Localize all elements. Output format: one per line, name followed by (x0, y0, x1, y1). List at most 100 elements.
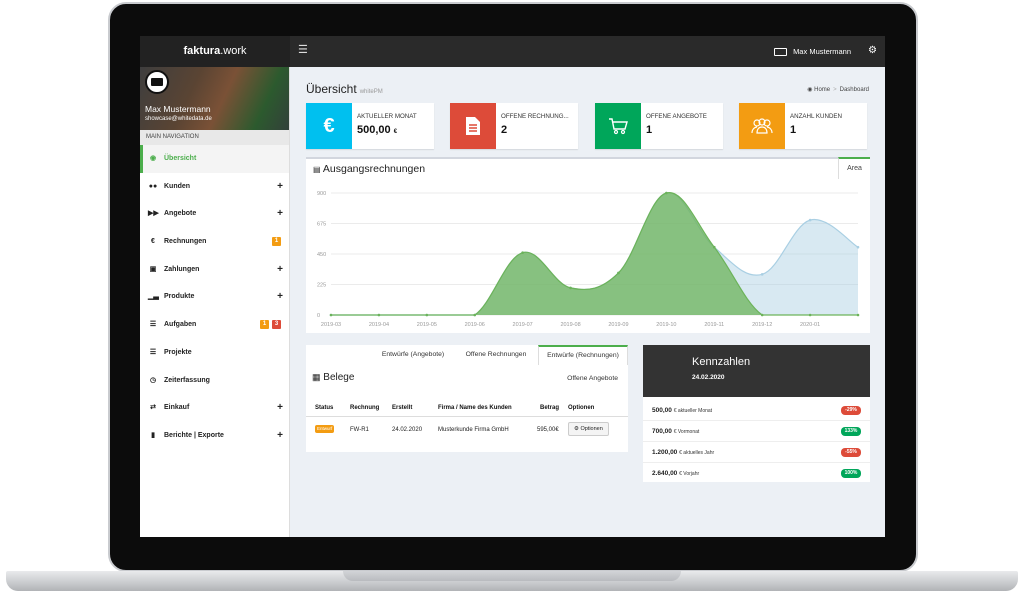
chart-panel: ▤ Ausgangsrechnungen Area 0 225 450 675 900 2… (306, 157, 870, 333)
tab-entwuerfe-rechnungen[interactable]: Entwürfe (Rechnungen) (538, 345, 628, 365)
y-tick-label: 225 (317, 283, 326, 289)
sidebar-item-zahlungen[interactable]: ▣ Zahlungen + (140, 256, 289, 284)
chart-title: ▤ Ausgangsrechnungen (313, 163, 426, 175)
breadcrumb-home[interactable]: Home (814, 87, 830, 93)
aufgaben-badge-red: 3 (272, 320, 281, 330)
belege-tabs: Entwürfe (Angebote) Offene Rechnungen En… (306, 345, 628, 365)
x-tick-label: 2019-03 (321, 322, 341, 328)
data-point (665, 191, 668, 195)
expand-plus-icon[interactable]: + (277, 394, 283, 422)
chart-icon: ▁▃ (148, 293, 159, 301)
y-tick-label: 675 (317, 222, 326, 228)
table-header: Status Rechnung Erstellt Firma / Name de… (306, 399, 628, 417)
breadcrumb: ◉ Home > Dashboard (807, 87, 869, 93)
sidebar-item-produkte[interactable]: ▁▃ Produkte + (140, 283, 289, 311)
dashboard-icon: ◉ (807, 87, 813, 93)
tab-offene-rechnungen[interactable]: Offene Rechnungen (456, 345, 536, 365)
dashboard-icon: ◉ (149, 155, 157, 162)
top-navbar: faktura.work ☰ Max Mustermann ⚙ (140, 36, 885, 67)
x-tick-label: 2019-04 (369, 322, 389, 328)
data-point (760, 273, 764, 276)
hamburger-icon[interactable]: ☰ (298, 36, 308, 65)
sidebar-item-angebote[interactable]: ▶▶ Angebote + (140, 200, 289, 228)
page-subtitle: whitePM (359, 89, 383, 95)
sidebar-item-projekte[interactable]: ☰ Projekte (140, 339, 289, 367)
x-tick-label: 2019-05 (417, 322, 437, 328)
info-box-aktueller-monat[interactable]: € AKTUELLER MONAT 500,00 € (306, 103, 434, 149)
expand-plus-icon[interactable]: + (277, 256, 283, 284)
id-card-icon (773, 48, 787, 57)
brand-logo[interactable]: faktura.work (140, 36, 290, 67)
table-row: Entwurf FW-R1 24.02.2020 Musterkunde Fir… (306, 421, 628, 439)
belege-title: ▦ Belege (312, 372, 355, 383)
data-point (760, 313, 764, 317)
invoice-number[interactable]: FW-R1 (350, 421, 369, 439)
info-box-offene-angebote[interactable]: OFFENE ANGEBOTE 1 (595, 103, 723, 149)
y-tick-label: 0 (317, 313, 320, 319)
euro-icon: € (306, 103, 352, 149)
book-icon: ▮ (151, 431, 155, 439)
tab-area[interactable]: Area (838, 157, 870, 179)
sidebar-item-kunden[interactable]: ●● Kunden + (140, 173, 289, 201)
data-point (425, 313, 429, 317)
expand-plus-icon[interactable]: + (277, 283, 283, 311)
app-screen: faktura.work ☰ Max Mustermann ⚙ Max Must… (140, 36, 885, 537)
rechnungen-count-badge: 1 (272, 237, 281, 247)
x-tick-label: 2019-11 (704, 322, 724, 328)
sidebar-item-einkauf[interactable]: ⇄ Einkauf + (140, 394, 289, 422)
offene-angebote-label[interactable]: Offene Angebote (567, 375, 618, 382)
data-point (569, 286, 572, 290)
kennzahlen-header: Kennzahlen 24.02.2020 (643, 345, 870, 397)
trend-badge: -29% (841, 406, 861, 415)
x-tick-label: 2019-09 (608, 322, 628, 328)
trend-badge: -55% (841, 448, 861, 457)
data-point (712, 245, 716, 249)
nav-header: MAIN NAVIGATION (140, 130, 289, 145)
expand-plus-icon[interactable]: + (277, 173, 283, 201)
euro-icon: € (151, 238, 155, 246)
x-tick-label: 2019-10 (656, 322, 676, 328)
sidebar-user-email: showcase@whitedata.de (145, 116, 212, 122)
sidebar-item-rechnungen[interactable]: € Rechnungen 1 (140, 228, 289, 256)
gears-icon[interactable]: ⚙ (868, 45, 877, 57)
sidebar-item-aufgaben[interactable]: ☰ Aufgaben 1 3 (140, 311, 289, 339)
trend-badge: 133% (841, 427, 861, 436)
status-badge: Entwurf (315, 425, 335, 434)
data-point (377, 313, 381, 317)
sidebar: Max Mustermann showcase@whitedata.de MAI… (140, 67, 290, 537)
belege-panel: Entwürfe (Angebote) Offene Rechnungen En… (306, 345, 628, 452)
x-tick-label: 2019-12 (752, 322, 772, 328)
sidebar-user-name: Max Mustermann (145, 104, 211, 114)
invoice-amount: 595,00€ (537, 427, 559, 433)
breadcrumb-current: Dashboard (839, 87, 869, 93)
laptop-notch (343, 571, 681, 581)
user-menu[interactable]: Max Mustermann (773, 36, 851, 67)
invoice-date: 24.02.2020 (392, 427, 423, 433)
money-icon: ▣ (149, 265, 157, 273)
x-tick-label: 2019-08 (560, 322, 580, 328)
expand-plus-icon[interactable]: + (277, 200, 283, 228)
kennzahl-row: 700,00 € Vormonat 133% (643, 421, 870, 442)
grid-icon: ▦ (312, 372, 321, 382)
info-box-anzahl-kunden[interactable]: ANZAHL KUNDEN 1 (739, 103, 867, 149)
page-title: Übersicht whitePM (306, 82, 383, 96)
x-tick-label: 2019-07 (513, 322, 533, 328)
data-point (473, 313, 477, 317)
kennzahl-row: 1.200,00 € aktuelles Jahr -55% (643, 442, 870, 463)
tab-entwuerfe-angebote[interactable]: Entwürfe (Angebote) (374, 345, 452, 365)
forward-icon: ▶▶ (148, 210, 159, 218)
exchange-icon: ⇄ (150, 404, 156, 412)
options-button[interactable]: ⚙ Optionen (568, 422, 609, 437)
data-point (856, 313, 860, 317)
kennzahl-row: 2.640,00 € Vorjahr 100% (643, 463, 870, 484)
info-box-offene-rechnungen[interactable]: OFFENE RECHNUNG... 2 (450, 103, 578, 149)
kennzahlen-panel: Kennzahlen 24.02.2020 500,00 € aktueller… (643, 345, 870, 482)
expand-plus-icon[interactable]: + (277, 422, 283, 450)
sidebar-item-zeiterfassung[interactable]: ◷ Zeiterfassung (140, 367, 289, 395)
inbox-icon: ▤ (313, 165, 321, 174)
sidebar-item-berichte[interactable]: ▮ Berichte | Exporte + (140, 422, 289, 450)
sidebar-item-uebersicht[interactable]: ◉ Übersicht (140, 145, 289, 173)
data-point (856, 245, 860, 249)
clock-icon: ◷ (149, 376, 157, 384)
kennzahlen-date: 24.02.2020 (692, 374, 725, 381)
